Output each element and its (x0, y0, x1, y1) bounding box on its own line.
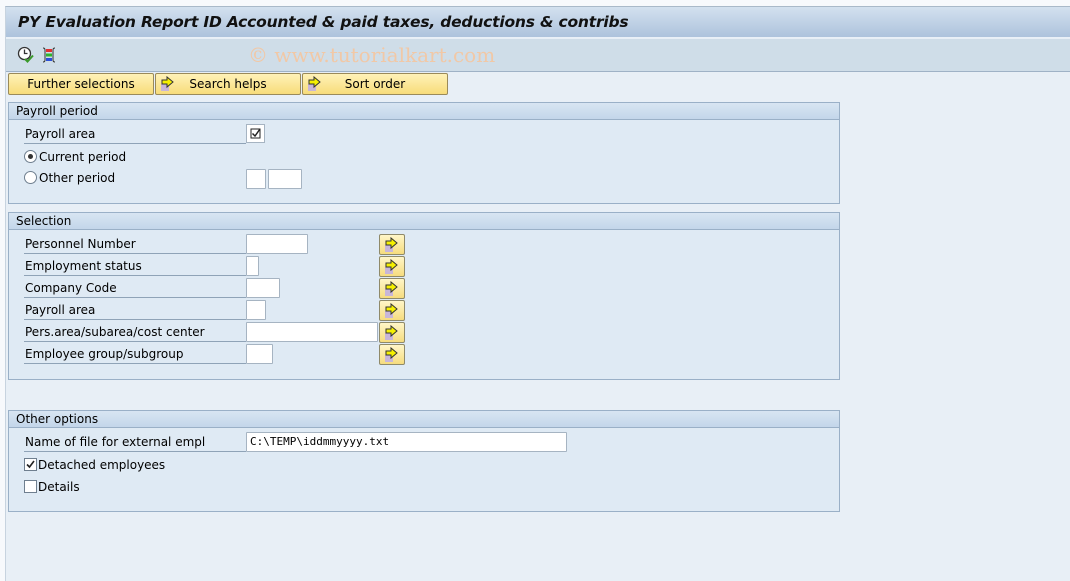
selection-row: Employment status (24, 256, 824, 277)
arrow-right-icon (385, 237, 398, 252)
tab-label: Sort order (344, 77, 406, 91)
other-period-row: Other period (24, 169, 824, 189)
payroll-area-row: Payroll area (24, 124, 824, 144)
company-code-input[interactable] (246, 278, 280, 298)
other-period-label: Other period (39, 171, 116, 185)
arrow-right-icon (385, 281, 398, 296)
selection-row: Payroll area (24, 300, 824, 321)
multiple-selection-button[interactable] (379, 300, 405, 321)
detached-employees-checkbox[interactable] (24, 458, 37, 471)
payroll-area-input[interactable] (246, 300, 266, 320)
payroll-period-group: Payroll period Payroll area Current peri… (8, 102, 840, 204)
employee-group-input[interactable] (246, 344, 273, 364)
radio-selected-dot (28, 154, 33, 159)
payroll-area-label: Payroll area (24, 126, 246, 144)
details-checkbox[interactable] (24, 480, 37, 493)
company-code-label: Company Code (24, 280, 246, 298)
employment-status-input[interactable] (246, 256, 259, 276)
file-name-input[interactable]: C:\TEMP\iddmmyyyy.txt (246, 432, 567, 452)
arrow-right-icon (160, 75, 176, 95)
execute-clock-icon[interactable] (17, 46, 35, 64)
selection-row: Employee group/subgroup (24, 344, 824, 365)
multiple-selection-button[interactable] (379, 234, 405, 255)
group-header: Other options (9, 411, 839, 428)
details-row: Details (24, 478, 324, 498)
other-options-group: Other options Name of file for external … (8, 410, 840, 512)
tab-label: Further selections (27, 77, 135, 91)
arrow-right-icon (385, 325, 398, 340)
selection-row: Personnel Number (24, 234, 824, 255)
detached-employees-label: Detached employees (38, 458, 166, 472)
file-name-row: Name of file for external empl C:\TEMP\i… (24, 432, 824, 452)
employment-status-label: Employment status (24, 258, 246, 276)
page-title: PY Evaluation Report ID Accounted & paid… (18, 13, 629, 31)
current-period-row: Current period (24, 148, 324, 168)
pers-area-input[interactable] (246, 322, 378, 342)
title-bar: PY Evaluation Report ID Accounted & paid… (6, 7, 1070, 38)
payroll-area-label: Payroll area (24, 302, 246, 320)
checkmark-icon (26, 460, 35, 469)
personnel-number-input[interactable] (246, 234, 308, 254)
tab-search-helps[interactable]: Search helps (155, 73, 301, 95)
other-period-radio[interactable] (24, 171, 37, 184)
multiple-selection-button[interactable] (379, 278, 405, 299)
application-toolbar: © www.tutorialkart.com (6, 39, 1070, 72)
multiple-selection-button[interactable] (379, 322, 405, 343)
other-period-field-2[interactable] (268, 169, 302, 189)
current-period-label: Current period (39, 150, 127, 164)
arrow-right-icon (385, 347, 398, 362)
multiple-selection-button[interactable] (379, 344, 405, 365)
arrow-right-icon (385, 259, 398, 274)
tab-further-selections[interactable]: Further selections (8, 73, 154, 95)
arrow-right-icon (385, 303, 398, 318)
selection-row: Company Code (24, 278, 824, 299)
tab-label: Search helps (189, 77, 267, 91)
multiple-selection-button[interactable] (379, 256, 405, 277)
tab-sort-order[interactable]: Sort order (302, 73, 448, 95)
selection-group: Selection Personnel Number Employment st… (8, 212, 840, 380)
arrow-right-icon (307, 75, 323, 95)
pers-area-label: Pers.area/subarea/cost center (24, 324, 246, 342)
group-header: Selection (9, 213, 839, 230)
details-label: Details (38, 480, 80, 494)
selection-options-icon[interactable] (40, 46, 58, 64)
personnel-number-label: Personnel Number (24, 236, 246, 254)
file-name-label: Name of file for external empl (24, 434, 246, 452)
payroll-area-checkbox[interactable] (246, 124, 265, 143)
current-period-radio[interactable] (24, 150, 37, 163)
selection-row: Pers.area/subarea/cost center (24, 322, 824, 343)
watermark: © www.tutorialkart.com (248, 43, 496, 67)
group-header: Payroll period (9, 103, 839, 120)
detached-employees-row: Detached employees (24, 456, 324, 476)
other-period-field-1[interactable] (246, 169, 266, 189)
employee-group-label: Employee group/subgroup (24, 346, 246, 364)
